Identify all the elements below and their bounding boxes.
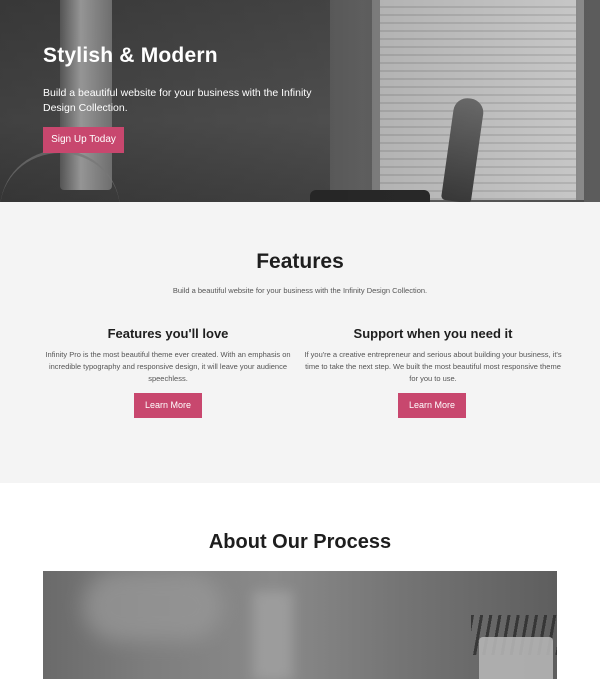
hero-title: Stylish & Modern [43,44,218,67]
about-image-blur [253,591,293,679]
feature-text: If you're a creative entrepreneur and se… [304,350,562,383]
feature-text: Infinity Pro is the most beautiful theme… [45,350,291,383]
feature-column-support: Support when you need it If you're a cre… [303,326,563,385]
about-image-blur [83,571,223,641]
about-image-pen-cup [479,637,553,679]
feature-title: Support when you need it [353,326,513,341]
feature-column-love: Features you'll love Infinity Pro is the… [38,326,298,385]
about-title: About Our Process [208,531,392,553]
feature-title: Features you'll love [107,326,229,341]
learn-more-button-support[interactable]: Learn More [398,393,466,418]
about-process-image [43,571,557,679]
hero-section: Stylish & Modern Build a beautiful websi… [0,0,600,202]
features-section: Features Build a beautiful website for y… [0,202,600,483]
learn-more-button-features[interactable]: Learn More [134,393,202,418]
features-subtitle: Build a beautiful website for your busin… [172,286,428,295]
features-title: Features [256,250,344,273]
sign-up-button[interactable]: Sign Up Today [43,127,124,153]
hero-subtitle: Build a beautiful website for your busin… [43,87,312,114]
